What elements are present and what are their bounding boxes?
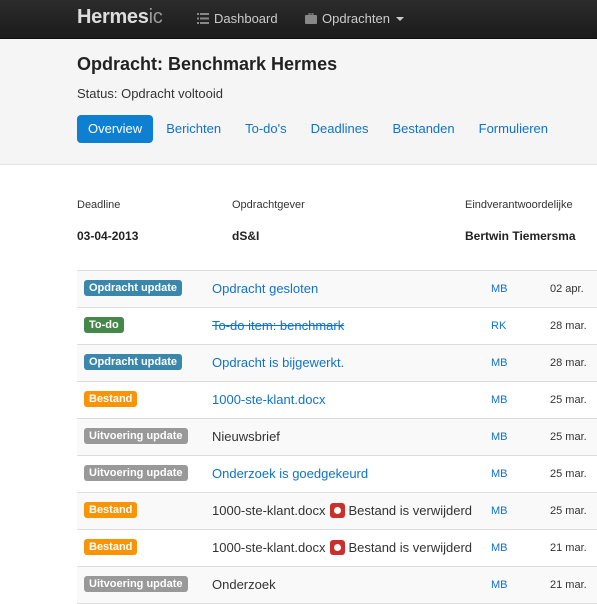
activity-date: 21 mar. bbox=[550, 542, 587, 554]
tab-deadlines[interactable]: Deadlines bbox=[300, 115, 380, 143]
nav-dashboard[interactable]: Dashboard bbox=[197, 11, 278, 26]
table-row: Opdracht update Opdracht is bijgewerkt. … bbox=[77, 344, 597, 381]
table-row: Bestand 1000-ste-klant.docx Bestand is ve… bbox=[77, 529, 597, 566]
table-row: Bestand 1000-ste-klant.docx MB 25 mar. bbox=[77, 381, 597, 418]
tab-berichten[interactable]: Berichten bbox=[155, 115, 232, 143]
activity-link[interactable]: Opdracht is bijgewerkt. bbox=[212, 355, 344, 370]
brand-name: Hermes bbox=[77, 6, 149, 28]
deadline-label: Deadline bbox=[77, 199, 121, 211]
type-badge: Bestand bbox=[84, 391, 138, 407]
activity-text: Onderzoek bbox=[212, 577, 276, 592]
deleted-file-icon bbox=[330, 503, 346, 518]
type-badge: Opdracht update bbox=[84, 280, 183, 296]
owner-label: Eindverantwoordelijke bbox=[465, 199, 573, 211]
activity-date: 21 mar. bbox=[550, 579, 587, 591]
type-badge: Opdracht update bbox=[84, 354, 183, 370]
table-row: Bestand 1000-ste-klant.docx Bestand is ve… bbox=[77, 492, 597, 529]
activity-table: Opdracht update Opdracht gesloten MB 02 … bbox=[77, 270, 597, 604]
user-initials[interactable]: MB bbox=[491, 505, 508, 517]
type-badge: To-do bbox=[84, 317, 124, 333]
tab-formulieren[interactable]: Formulieren bbox=[468, 115, 559, 143]
table-row: To-do To-do item: benchmark RK 28 mar. bbox=[77, 307, 597, 344]
user-initials[interactable]: MB bbox=[491, 468, 508, 480]
activity-link[interactable]: 1000-ste-klant.docx bbox=[212, 392, 325, 407]
activity-date: 25 mar. bbox=[550, 431, 587, 443]
user-initials[interactable]: MB bbox=[491, 283, 508, 295]
tab-overview[interactable]: Overview bbox=[77, 115, 154, 143]
owner-value: Bertwin Tiemersma bbox=[465, 229, 576, 243]
deadline-value: 03-04-2013 bbox=[77, 229, 139, 243]
table-row: Uitvoering update Onderzoek is goedgekeu… bbox=[77, 455, 597, 492]
file-name: 1000-ste-klant.docx bbox=[212, 503, 326, 518]
activity-date: 25 mar. bbox=[550, 468, 587, 480]
user-initials[interactable]: MB bbox=[491, 579, 508, 591]
type-badge: Bestand bbox=[84, 539, 138, 555]
tab-bestanden[interactable]: Bestanden bbox=[381, 115, 465, 143]
nav-opdrachten[interactable]: Opdrachten bbox=[305, 11, 404, 26]
activity-link[interactable]: To-do item: benchmark bbox=[212, 318, 344, 333]
user-initials[interactable]: RK bbox=[491, 320, 506, 332]
activity-text: 1000-ste-klant.docx Bestand is verwijderd bbox=[212, 503, 472, 518]
client-value: dS&I bbox=[232, 229, 260, 243]
activity-link[interactable]: Onderzoek is goedgekeurd bbox=[212, 466, 368, 481]
brand-logo[interactable]: Hermesic bbox=[77, 6, 163, 29]
status-text: Status: Opdracht voltooid bbox=[77, 86, 223, 101]
tab-bar: Overview Berichten To-do's Deadlines Bes… bbox=[77, 115, 561, 143]
activity-date: 28 mar. bbox=[550, 320, 587, 332]
table-row: Uitvoering update Nieuwsbrief MB 25 mar. bbox=[77, 418, 597, 455]
activity-date: 28 mar. bbox=[550, 357, 587, 369]
type-badge: Uitvoering update bbox=[84, 576, 188, 592]
user-initials[interactable]: MB bbox=[491, 542, 508, 554]
activity-text: 1000-ste-klant.docx Bestand is verwijderd bbox=[212, 540, 472, 555]
client-label: Opdrachtgever bbox=[232, 199, 305, 211]
deleted-note: Bestand is verwijderd bbox=[348, 503, 473, 518]
top-navbar: Hermesic Dashboard Opdrachten bbox=[0, 0, 597, 39]
table-row: Uitvoering update Onderzoek MB 21 mar. bbox=[77, 566, 597, 604]
tab-todos[interactable]: To-do's bbox=[234, 115, 298, 143]
user-initials[interactable]: MB bbox=[491, 431, 508, 443]
type-badge: Uitvoering update bbox=[84, 465, 188, 481]
activity-link[interactable]: Opdracht gesloten bbox=[212, 281, 318, 296]
briefcase-icon bbox=[305, 13, 317, 24]
activity-date: 25 mar. bbox=[550, 505, 587, 517]
brand-suffix: ic bbox=[148, 6, 163, 28]
user-initials[interactable]: MB bbox=[491, 357, 508, 369]
type-badge: Bestand bbox=[84, 502, 138, 518]
table-row: Opdracht update Opdracht gesloten MB 02 … bbox=[77, 270, 597, 307]
activity-text: Nieuwsbrief bbox=[212, 429, 280, 444]
user-initials[interactable]: MB bbox=[491, 394, 508, 406]
nav-opdrachten-label: Opdrachten bbox=[322, 11, 390, 26]
deleted-file-icon bbox=[330, 540, 346, 555]
type-badge: Uitvoering update bbox=[84, 428, 188, 444]
list-icon bbox=[197, 13, 209, 24]
deleted-note: Bestand is verwijderd bbox=[348, 540, 473, 555]
chevron-down-icon bbox=[395, 16, 404, 21]
page-title: Opdracht: Benchmark Hermes bbox=[77, 54, 338, 74]
nav-dashboard-label: Dashboard bbox=[214, 11, 278, 26]
activity-date: 02 apr. bbox=[550, 283, 584, 295]
activity-date: 25 mar. bbox=[550, 394, 587, 406]
file-name: 1000-ste-klant.docx bbox=[212, 540, 326, 555]
